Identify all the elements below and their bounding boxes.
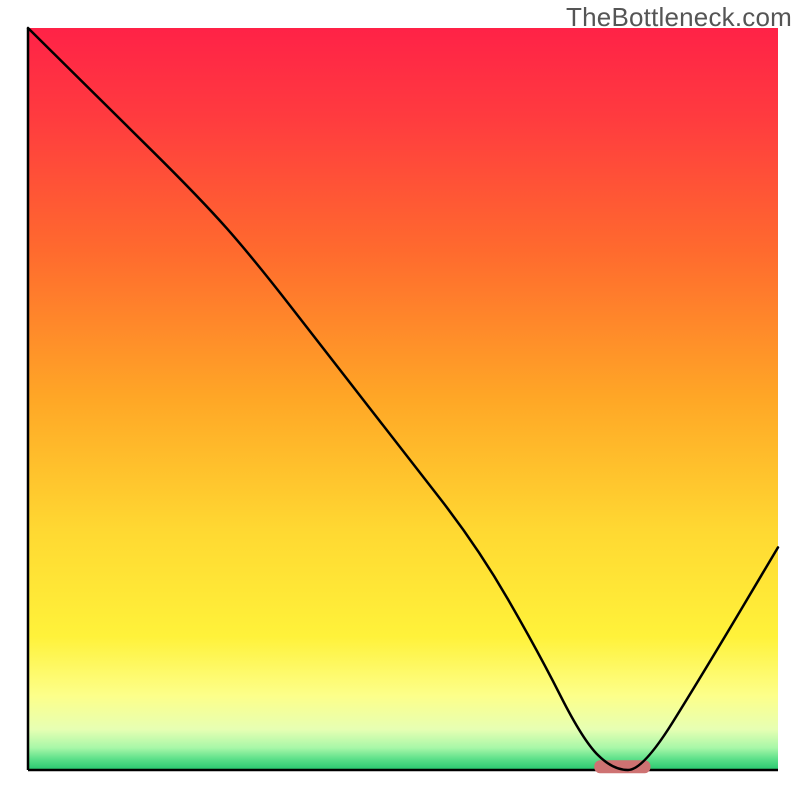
bottleneck-chart xyxy=(0,0,800,800)
chart-frame: TheBottleneck.com xyxy=(0,0,800,800)
